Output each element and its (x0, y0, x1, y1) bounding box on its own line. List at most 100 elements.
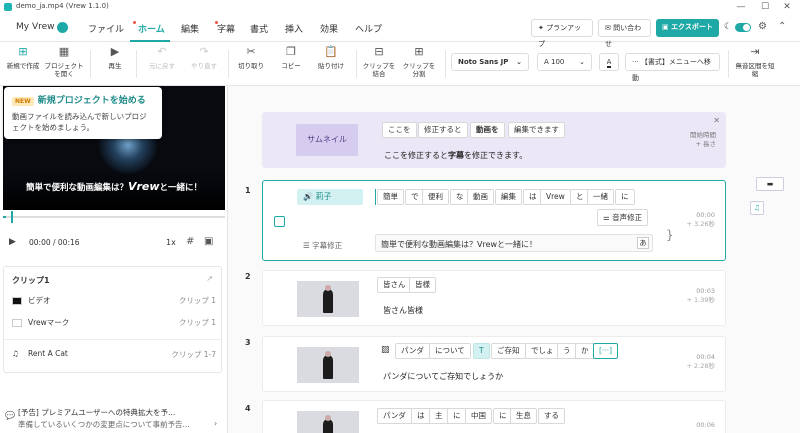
close-icon[interactable]: ✕ (713, 116, 720, 125)
screen-icon[interactable]: ▣ (204, 236, 213, 247)
font-size-select[interactable]: A 100 ⌄ (537, 53, 592, 71)
close-button[interactable]: ✕ (776, 0, 798, 14)
shorten-silence-button[interactable]: ⇥ 無音区間を短縮 (734, 46, 776, 79)
clip-start-time: 00:06 (696, 421, 715, 429)
menu-edit[interactable]: 編集 (181, 22, 199, 35)
plan-up-button[interactable]: ✦ プランアップ (531, 19, 593, 48)
video-subtitle-post: と一緒に！ (159, 183, 203, 193)
word-tag[interactable]: 主 (429, 408, 449, 424)
menu-home[interactable]: ホーム (138, 22, 165, 35)
format-menu-button[interactable]: ··· 【書式】メニューへ移動 (625, 53, 720, 82)
clip-row[interactable]: 皆さん 皆様 皆さん皆様 00:03 + 1.39秒 (262, 270, 726, 326)
new-project-button[interactable]: ⊞ 新規で作成 (6, 46, 40, 71)
clip-row[interactable]: パンダ は 主 に 中国 に 生息 する 00:06 (262, 400, 726, 433)
clip-thumbnail[interactable] (297, 347, 359, 383)
music-note-icon[interactable]: ♫ (750, 201, 764, 215)
playback-speed[interactable]: 1x (166, 238, 176, 247)
grid-icon[interactable]: # (186, 236, 194, 247)
clip-thumbnail[interactable] (297, 281, 359, 317)
settings-gear-icon[interactable]: ⚙ (758, 21, 767, 32)
word-tag[interactable]: 便利 (422, 189, 449, 205)
word-tag[interactable]: 編集 (495, 189, 522, 205)
clip-subtitle[interactable]: パンダについてご存知でしょうか (383, 371, 503, 382)
word-tag[interactable]: Vrew (540, 189, 571, 205)
word-tag[interactable]: う (557, 343, 577, 359)
playback-progress[interactable] (3, 211, 225, 223)
external-link-icon[interactable]: ↗ (206, 274, 213, 283)
chevron-right-icon[interactable]: › (214, 419, 217, 428)
play-button[interactable]: ▶ 再生 (100, 46, 130, 71)
my-vrew-menu[interactable]: My Vrew (16, 22, 55, 32)
cut-button[interactable]: ✂ 切り取り (234, 46, 268, 71)
maximize-button[interactable]: ☐ (754, 0, 776, 14)
menu-effect[interactable]: 効果 (320, 22, 338, 35)
word-tag[interactable]: パンダ (395, 343, 430, 359)
image-icon[interactable]: ▨ (381, 345, 390, 355)
font-color-button[interactable]: A (599, 53, 619, 71)
word-tag[interactable]: 生息 (510, 408, 537, 424)
video-layer-icon[interactable]: ▬ (756, 177, 784, 191)
clip-row[interactable]: ▨ パンダ について T ご存知 でしょ う か [···] パンダについてご存… (262, 336, 726, 392)
word-tag[interactable]: 簡単 (377, 189, 404, 205)
word-tag[interactable]: 編集できます (508, 122, 565, 138)
hiragana-icon[interactable]: あ (637, 237, 649, 249)
menu-help[interactable]: ヘルプ (355, 22, 382, 35)
clip-row[interactable]: 🔊 莉子 簡単 で 便利 な 動画 編集 は Vrew と 一緒 に ⚌ 音声修… (262, 180, 726, 261)
menu-insert[interactable]: 挿入 (285, 22, 303, 35)
open-project-button[interactable]: ▦ プロジェクトを開く (44, 46, 84, 79)
speaker-label[interactable]: 🔊 莉子 (297, 189, 363, 205)
word-tag[interactable]: 中国 (465, 408, 492, 424)
merge-clips-button[interactable]: ⊟ クリップを結合 (360, 46, 398, 79)
dark-mode-toggle[interactable] (735, 23, 751, 32)
word-tag[interactable]: 動画を (470, 122, 505, 138)
export-button[interactable]: ▣ エクスポート (656, 19, 719, 37)
collapse-chevron-icon[interactable]: ⌃ (778, 21, 786, 32)
menu-file[interactable]: ファイル (88, 22, 124, 35)
layer-row-music[interactable]: ♫ Rent A Cat クリップ 1-7 (12, 349, 216, 363)
voice-edit-button[interactable]: ⚌ 音声修正 (597, 209, 649, 226)
layer-row-video[interactable]: ビデオ クリップ 1 (12, 295, 216, 309)
redo-button[interactable]: ↷ やり直す (186, 46, 222, 71)
word-tag[interactable]: か (575, 343, 595, 359)
word-tag[interactable]: パンダ (377, 408, 412, 424)
word-tag[interactable]: ここを (382, 122, 417, 138)
split-clip-button[interactable]: ⊞ クリップを分割 (400, 46, 438, 79)
copy-button[interactable]: ❐ コピー (274, 46, 308, 71)
font-family-select[interactable]: Noto Sans JP ⌄ (451, 53, 529, 71)
subtitle-input[interactable]: 簡単で便利な動画編集は？Vrewと一緒に！ あ (375, 234, 653, 252)
progress-handle[interactable] (11, 211, 13, 223)
word-tag[interactable]: 皆様 (409, 277, 436, 293)
mail-icon: ✉ (605, 24, 614, 32)
word-tag[interactable]: に (615, 189, 635, 205)
account-icon[interactable] (57, 22, 68, 33)
word-tag[interactable]: 皆さん (377, 277, 412, 293)
word-tag[interactable]: 修正すると (418, 122, 468, 138)
word-tag[interactable]: は (411, 408, 431, 424)
word-tag[interactable]: ご存知 (491, 343, 526, 359)
text-insert-icon[interactable]: T (473, 343, 490, 359)
word-tag[interactable]: する (538, 408, 565, 424)
more-words-button[interactable]: [···] (593, 343, 619, 359)
word-tag[interactable]: について (429, 343, 471, 359)
menu-format[interactable]: 書式 (250, 22, 268, 35)
thumbnail-chip[interactable]: サムネイル (296, 124, 358, 156)
word-tag[interactable]: に (447, 408, 467, 424)
clip-thumbnail[interactable] (297, 411, 359, 433)
menu-subtitle[interactable]: 字幕 (217, 22, 235, 35)
font-size-icon: A (544, 58, 552, 66)
video-subtitle-brand: Vrew (127, 180, 160, 193)
time-display: 00:00 / 00:16 (29, 238, 80, 247)
paste-button[interactable]: 📋 貼り付け (314, 46, 348, 71)
clip-checkbox[interactable] (274, 216, 285, 227)
clip-subtitle[interactable]: 皆さん皆様 (383, 305, 423, 316)
minimize-button[interactable]: — (730, 0, 752, 14)
layer-row-vrew-mark[interactable]: Vrewマーク クリップ 1 (12, 317, 216, 331)
notice-banner[interactable]: [予告] プレミアムユーザーへの特典拡大を予... 準備しているいくつかの変更点… (18, 407, 224, 431)
word-tag[interactable]: でしょ (525, 343, 560, 359)
word-tag[interactable]: 動画 (467, 189, 494, 205)
undo-button[interactable]: ↶ 元に戻す (144, 46, 180, 71)
word-tag[interactable]: 一緒 (587, 189, 614, 205)
play-icon[interactable]: ▶ (9, 237, 16, 247)
contact-button[interactable]: ✉ 問い合わせ (598, 19, 651, 48)
merge-clips-label: クリップを結合 (362, 62, 396, 78)
